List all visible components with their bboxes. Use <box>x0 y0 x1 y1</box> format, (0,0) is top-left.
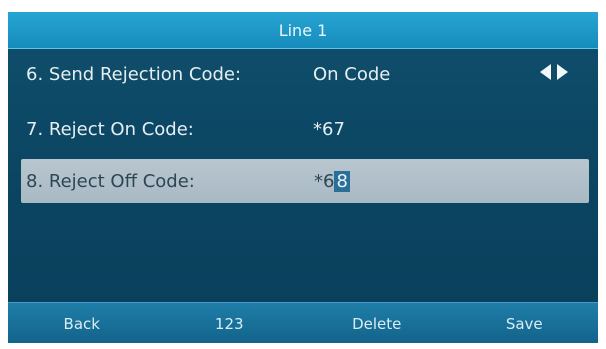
delete-softkey[interactable]: Delete <box>303 303 451 343</box>
input-text: *6 <box>314 170 335 192</box>
option-switch[interactable] <box>540 64 568 80</box>
setting-label: 6. Send Rejection Code: <box>26 63 242 85</box>
phone-screen: Line 1 6. Send Rejection Code: On Code 7… <box>8 12 598 343</box>
page-title: Line 1 <box>278 20 328 40</box>
back-softkey[interactable]: Back <box>8 303 156 343</box>
setting-label: 7. Reject On Code: <box>26 118 194 140</box>
arrow-left-icon[interactable] <box>540 64 551 80</box>
setting-value: On Code <box>313 63 391 85</box>
softkey-bar: Back 123 Delete Save <box>8 302 598 343</box>
title-bar: Line 1 <box>8 12 598 49</box>
setting-row-reject-on-code[interactable]: 7. Reject On Code: *67 <box>8 111 598 147</box>
save-softkey[interactable]: Save <box>451 303 599 343</box>
arrow-right-icon[interactable] <box>557 64 568 80</box>
setting-row-reject-off-code[interactable]: 8. Reject Off Code: *6 8 <box>21 159 589 203</box>
setting-value: *67 <box>313 118 345 140</box>
setting-input[interactable]: *6 8 <box>314 170 350 192</box>
setting-label: 8. Reject Off Code: <box>26 170 195 192</box>
input-mode-softkey[interactable]: 123 <box>156 303 304 343</box>
text-cursor: 8 <box>334 170 350 192</box>
setting-row-send-rejection-code[interactable]: 6. Send Rejection Code: On Code <box>8 56 598 92</box>
